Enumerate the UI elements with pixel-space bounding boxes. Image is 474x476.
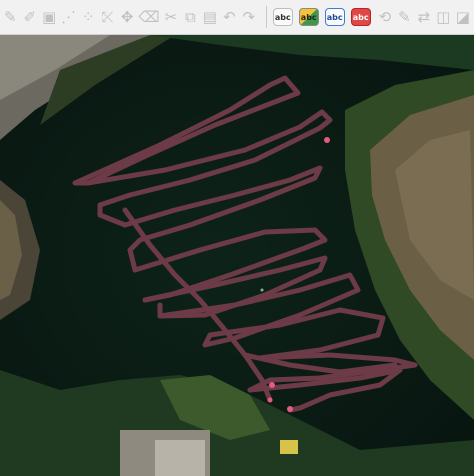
add-feature-icon[interactable]: ⋰ (60, 6, 76, 28)
editing-toolbar: ✎ ✐ ▣ ⋰ ⁘ ⤪ ✥ ⌫ ✂ ⧉ ▤ ↶ ↷ abc abc abc ab… (0, 0, 474, 35)
dock-marker (280, 440, 298, 454)
sample-point[interactable] (287, 406, 293, 412)
label-move-icon[interactable]: ⇄ (416, 6, 432, 28)
save-edits-icon[interactable]: ▣ (41, 6, 57, 28)
node-tool-icon[interactable]: ⁘ (80, 6, 96, 28)
sample-point[interactable] (324, 137, 330, 143)
sample-point[interactable] (269, 382, 275, 388)
edit-pencil-icon[interactable]: ✐ (21, 6, 37, 28)
undo-icon[interactable]: ↶ (221, 6, 237, 28)
move-feature-icon[interactable]: ✥ (119, 6, 135, 28)
copy-icon[interactable]: ⧉ (182, 6, 198, 28)
delete-icon[interactable]: ⌫ (138, 6, 159, 28)
building-annex (155, 440, 205, 476)
label-show-icon[interactable]: ◫ (435, 6, 451, 28)
label-remove-button[interactable]: abc (350, 8, 371, 26)
label-style-button[interactable]: abc (298, 8, 319, 26)
map-canvas[interactable] (0, 35, 474, 476)
toolbar-row: ✎ ✐ ▣ ⋰ ⁘ ⤪ ✥ ⌫ ✂ ⧉ ▤ ↶ ↷ abc abc abc ab… (0, 0, 474, 34)
label-change-icon[interactable]: ✎ (396, 6, 412, 28)
paste-icon[interactable]: ▤ (202, 6, 218, 28)
satellite-map (0, 35, 474, 476)
vertex-edit-icon[interactable]: ⤪ (99, 6, 115, 28)
buoy-point (260, 288, 264, 292)
cut-icon[interactable]: ✂ (163, 6, 179, 28)
toolbar-separator (266, 6, 267, 28)
sample-point[interactable] (267, 397, 273, 403)
label-hide-icon[interactable]: ◪ (455, 6, 471, 28)
redo-icon[interactable]: ↷ (241, 6, 257, 28)
label-rotate-icon[interactable]: ⟲ (377, 6, 393, 28)
pencil-icon[interactable]: ✎ (2, 6, 18, 28)
label-toggle-button[interactable]: abc (272, 8, 293, 26)
label-pin-button[interactable]: abc (324, 8, 345, 26)
